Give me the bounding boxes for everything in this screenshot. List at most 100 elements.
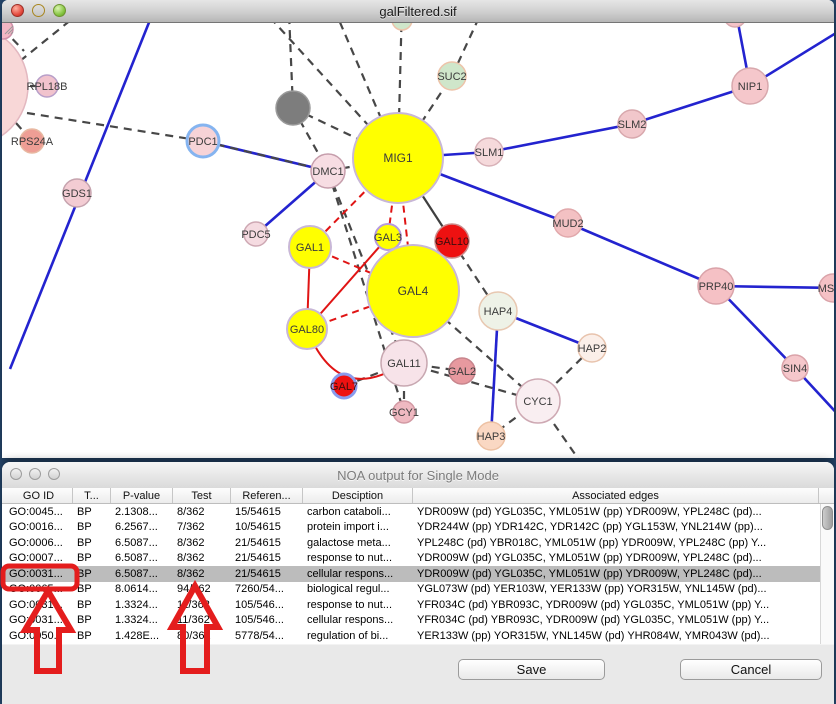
table-cell-p-value: 6.2567... [111, 521, 173, 533]
cancel-button[interactable]: Cancel [680, 659, 822, 680]
column-header-type[interactable]: T... [73, 488, 111, 503]
edge-blue [568, 223, 716, 286]
table-row[interactable]: GO:0031...BP6.5087...8/36221/54615cellul… [5, 566, 834, 582]
node-SUC2[interactable]: SUC2 [437, 62, 466, 90]
table-row[interactable]: GO:0006...BP6.5087...8/36221/54615galact… [5, 535, 834, 551]
node-label: HAP2 [578, 343, 607, 355]
table-cell-reference: 21/54615 [231, 568, 303, 580]
node-GAL7[interactable]: GAL7 [330, 374, 358, 398]
table-cell-p-value: 6.5087... [111, 537, 173, 549]
node-GAL3[interactable]: GAL3 [374, 224, 402, 250]
table-cell-test: 80/362 [173, 630, 231, 642]
network-titlebar[interactable]: galFiltered.sif [2, 0, 834, 23]
node-label: GAL11 [387, 358, 420, 370]
noa-titlebar[interactable]: NOA output for Single Mode [2, 462, 834, 489]
table-row[interactable]: GO:0065...BP8.0614...94/3627260/54...bio… [5, 582, 834, 598]
close-button[interactable] [11, 4, 24, 17]
node-PDC1[interactable]: PDC1 [187, 125, 219, 157]
zoom-button[interactable] [53, 4, 66, 17]
table-cell-p-value: 1.428E... [111, 630, 173, 642]
node-HAP2[interactable]: HAP2 [578, 334, 607, 362]
table-header: GO IDT...P-valueTestReferen...Desciption… [2, 488, 834, 504]
node-label: GAL2 [448, 366, 476, 378]
node-CYC1[interactable]: CYC1 [516, 379, 560, 423]
network-canvas[interactable]: RPL18B RPS24A GDS1 PDC1 MIG1 SUC2 SLM1 DMC1 SLM2… [2, 23, 834, 458]
minimize-button[interactable] [32, 4, 45, 17]
table-row[interactable]: GO:0007...BP6.5087...8/36221/54615respon… [5, 551, 834, 567]
table-cell-type: BP [73, 552, 111, 564]
column-header-go-id[interactable]: GO ID [5, 488, 73, 503]
table-cell-go-id: GO:0016... [5, 521, 73, 533]
node-big-pink[interactable] [2, 26, 28, 146]
table-cell-reference: 21/54615 [231, 537, 303, 549]
node-label: MSN5 [818, 283, 834, 295]
table-row[interactable]: GO:0045...BP2.1308...8/36215/54615carbon… [5, 504, 834, 520]
table-cell-test: 8/362 [173, 568, 231, 580]
node-gray-node[interactable] [276, 91, 310, 125]
table-row[interactable]: GO:0050...BP1.428E...80/3625778/54...reg… [5, 628, 834, 644]
column-header-description[interactable]: Desciption [303, 488, 413, 503]
node-GDS1[interactable]: GDS1 [62, 179, 92, 207]
table-cell-test: 8/362 [173, 537, 231, 549]
node-label: HAP3 [477, 431, 506, 443]
column-header-associated-edges[interactable]: Associated edges [413, 488, 819, 503]
table-cell-description: carbon cataboli... [303, 506, 413, 518]
node-GAL11[interactable]: GAL11 [381, 340, 427, 386]
table-cell-type: BP [73, 537, 111, 549]
table-cell-type: BP [73, 583, 111, 595]
node-label: NIP1 [738, 81, 762, 93]
node-RPS24A[interactable]: RPS24A [11, 129, 54, 153]
node-DMC1[interactable]: DMC1 [311, 154, 345, 188]
network-graph: RPL18B RPS24A GDS1 PDC1 MIG1 SUC2 SLM1 DMC1 SLM2… [2, 23, 834, 458]
node-GAL80[interactable]: GAL80 [287, 309, 327, 349]
node-label: CYC1 [523, 396, 552, 408]
node-label: GAL10 [435, 236, 469, 248]
node-NIP1[interactable]: NIP1 [732, 68, 768, 104]
node-GCY1[interactable]: GCY1 [389, 401, 419, 423]
node-SLM1[interactable]: SLM1 [475, 138, 504, 166]
node-SIN4[interactable]: SIN4 [782, 355, 808, 381]
node-HAP4[interactable]: HAP4 [479, 292, 517, 330]
zoom-button[interactable] [48, 468, 60, 480]
table-cell-description: galactose meta... [303, 537, 413, 549]
table-cell-go-id: GO:0031... [5, 614, 73, 626]
vertical-scrollbar[interactable] [820, 504, 834, 644]
node-label: MIG1 [383, 151, 413, 165]
node-HAP3[interactable]: HAP3 [477, 422, 506, 450]
noa-window-controls [10, 468, 60, 480]
minimize-button[interactable] [29, 468, 41, 480]
node-RPL18B[interactable]: RPL18B [27, 75, 68, 97]
node-GAL4[interactable]: GAL4 [367, 245, 459, 337]
node-label: GDS1 [62, 188, 92, 200]
column-header-reference[interactable]: Referen... [231, 488, 303, 503]
node-label: GAL4 [398, 284, 429, 298]
scrollbar-thumb[interactable] [822, 506, 833, 530]
column-header-test[interactable]: Test [173, 488, 231, 503]
node-label: GAL80 [290, 324, 324, 336]
node-label: GAL7 [330, 381, 358, 393]
node-MIG1[interactable]: MIG1 [353, 113, 443, 203]
table-cell-p-value: 2.1308... [111, 506, 173, 518]
node-MSN5[interactable]: MSN5 [818, 274, 834, 302]
node-MUD2[interactable]: MUD2 [552, 209, 583, 237]
node-GAL2[interactable]: GAL2 [448, 358, 476, 384]
table-row[interactable]: GO:0016...BP6.2567...7/36210/54615protei… [5, 520, 834, 536]
edge-gray_dash [27, 113, 203, 141]
node-GAL1[interactable]: GAL1 [289, 226, 331, 268]
table-cell-associated-edges: YPL248C (pd) YBR018C, YML051W (pp) YDR00… [413, 537, 819, 549]
node-green-top[interactable] [392, 23, 412, 30]
node-PRP40[interactable]: PRP40 [698, 268, 734, 304]
node-label: PDC5 [241, 229, 270, 241]
table-cell-associated-edges: YDR244W (pp) YDR142C, YDR142C (pp) YGL15… [413, 521, 819, 533]
node-SLM2[interactable]: SLM2 [618, 110, 647, 138]
resize-grip-icon[interactable] [2, 23, 14, 35]
node-pink-top[interactable] [724, 23, 746, 27]
table-cell-associated-edges: YER133W (pp) YOR315W, YNL145W (pd) YHR08… [413, 630, 819, 642]
column-header-p-value[interactable]: P-value [111, 488, 173, 503]
close-button[interactable] [10, 468, 22, 480]
table-row[interactable]: GO:0031...BP1.3324...11/362105/546...res… [5, 597, 834, 613]
node-label: GAL1 [296, 242, 324, 254]
table-cell-reference: 7260/54... [231, 583, 303, 595]
table-row[interactable]: GO:0031...BP1.3324...11/362105/546...cel… [5, 613, 834, 629]
save-button[interactable]: Save [458, 659, 605, 680]
